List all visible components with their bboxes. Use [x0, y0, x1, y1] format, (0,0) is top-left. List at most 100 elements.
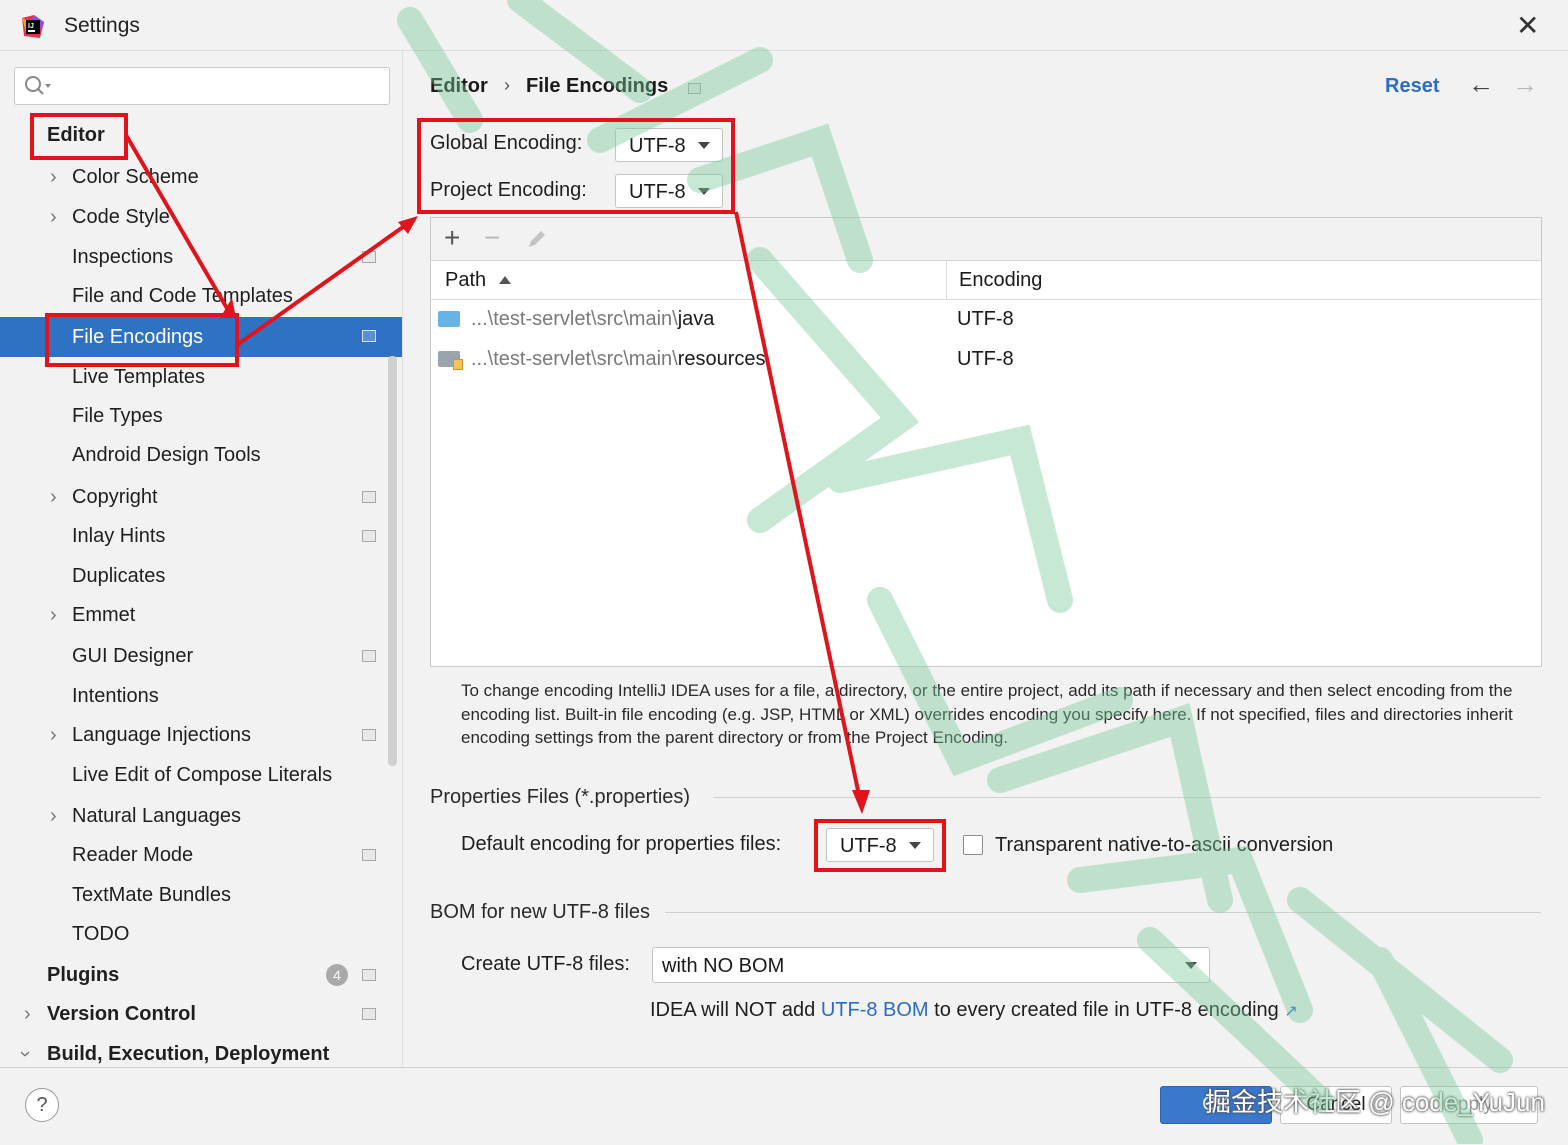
sidebar-item-live-edit-compose[interactable]: Live Edit of Compose Literals: [0, 756, 402, 794]
sidebar-item-android-design-tools[interactable]: Android Design Tools: [0, 436, 402, 474]
close-icon[interactable]: ✕: [1516, 12, 1539, 40]
sidebar-item-natural-languages[interactable]: › Natural Languages: [0, 797, 402, 835]
forward-arrow-icon[interactable]: →: [1512, 69, 1538, 100]
chevron-down-icon[interactable]: ›: [6, 1051, 44, 1058]
sidebar-item-color-scheme[interactable]: › Color Scheme: [0, 158, 402, 196]
project-settings-icon: [362, 330, 376, 342]
sidebar-item-label: Duplicates: [72, 565, 166, 587]
sidebar-item-plugins[interactable]: Plugins 4: [0, 956, 402, 994]
sidebar-item-duplicates[interactable]: Duplicates: [0, 557, 402, 595]
updates-badge: 4: [326, 964, 348, 986]
external-link-icon[interactable]: ↗: [1284, 1003, 1297, 1020]
edit-pencil-icon[interactable]: [525, 227, 549, 251]
intellij-logo-icon: IJ: [22, 15, 44, 38]
breadcrumb-parent[interactable]: Editor: [430, 75, 488, 98]
bom-section-title: BOM for new UTF-8 files: [430, 901, 651, 923]
properties-section-title: Properties Files (*.properties): [430, 786, 691, 808]
dropdown-arrow-icon: [1185, 962, 1197, 969]
global-encoding-select[interactable]: UTF-8: [615, 128, 723, 162]
row-path: ...\test-servlet\src\main\resources: [471, 348, 766, 370]
table-toolbar: + −: [431, 218, 1541, 261]
chevron-right-icon[interactable]: ›: [50, 158, 57, 196]
row-path: ...\test-servlet\src\main\java: [471, 308, 715, 330]
source-folder-icon: [438, 311, 460, 327]
breadcrumb-current: File Encodings: [526, 75, 669, 97]
sidebar-item-label: File and Code Templates: [72, 285, 293, 307]
sidebar-item-label: Live Edit of Compose Literals: [72, 764, 333, 786]
properties-encoding-select[interactable]: UTF-8: [826, 828, 934, 862]
add-icon[interactable]: +: [444, 222, 460, 254]
chevron-right-icon[interactable]: ›: [50, 478, 57, 516]
project-encoding-select[interactable]: UTF-8: [615, 174, 723, 208]
column-header-encoding[interactable]: Encoding: [959, 261, 1042, 299]
encoding-help-text: To change encoding IntelliJ IDEA uses fo…: [461, 681, 1513, 747]
project-settings-icon: [362, 729, 376, 741]
project-settings-icon: [362, 969, 376, 981]
transparent-conversion-checkbox[interactable]: [963, 835, 983, 855]
sidebar-item-label: Live Templates: [72, 366, 206, 388]
table-row[interactable]: ...\test-servlet\src\main\java UTF-8: [431, 299, 1541, 339]
sidebar-item-live-templates[interactable]: Live Templates: [0, 358, 402, 396]
sidebar-item-textmate-bundles[interactable]: TextMate Bundles: [0, 876, 402, 914]
settings-sidebar: Editor › Color Scheme › Code Style Inspe…: [0, 51, 403, 1067]
sidebar-item-inspections[interactable]: Inspections: [0, 238, 402, 276]
project-settings-icon: [362, 530, 376, 542]
title-bar: IJ Settings ✕: [0, 0, 1568, 51]
column-header-path[interactable]: Path: [445, 261, 486, 299]
row-encoding[interactable]: UTF-8: [957, 339, 1014, 379]
project-settings-icon: [362, 650, 376, 662]
sidebar-item-file-encodings[interactable]: File Encodings: [0, 317, 402, 357]
reset-link[interactable]: Reset: [1385, 75, 1439, 98]
sort-ascending-icon[interactable]: [499, 275, 511, 285]
chevron-right-icon[interactable]: ›: [24, 995, 31, 1033]
sidebar-item-reader-mode[interactable]: Reader Mode: [0, 836, 402, 874]
dropdown-arrow-icon: [698, 188, 710, 195]
sidebar-item-inlay-hints[interactable]: Inlay Hints: [0, 517, 402, 555]
sidebar-item-label: File Encodings: [72, 326, 204, 348]
settings-content: Editor › File Encodings Reset ← → Global…: [403, 51, 1568, 1067]
help-icon[interactable]: ?: [25, 1088, 59, 1122]
sidebar-item-label: Version Control: [47, 1003, 196, 1025]
sidebar-item-intentions[interactable]: Intentions: [0, 677, 402, 715]
dialog-footer: ? OK Cancel Apply 掘金技术社区 @ code_YuJun: [0, 1067, 1568, 1145]
chevron-right-icon[interactable]: ›: [50, 198, 57, 236]
sidebar-item-label: Plugins: [47, 964, 120, 986]
sidebar-item-copyright[interactable]: › Copyright: [0, 478, 402, 516]
sidebar-item-editor[interactable]: Editor: [0, 116, 402, 154]
sidebar-item-label: GUI Designer: [72, 645, 194, 667]
table-row[interactable]: ...\test-servlet\src\main\resources UTF-…: [431, 339, 1541, 379]
sidebar-scrollbar[interactable]: [388, 356, 397, 766]
bom-note: IDEA will NOT add UTF-8 BOM to every cre…: [650, 999, 1298, 1021]
path-encoding-table: + − Path Encoding ...\test-servlet\src\m…: [430, 217, 1542, 667]
dropdown-arrow-icon: [698, 142, 710, 149]
default-properties-encoding-label: Default encoding for properties files:: [461, 833, 782, 855]
project-encoding-label: Project Encoding:: [430, 179, 587, 201]
back-arrow-icon[interactable]: ←: [1468, 69, 1494, 100]
chevron-right-icon[interactable]: ›: [50, 797, 57, 835]
bom-select[interactable]: with NO BOM: [652, 947, 1210, 983]
search-input[interactable]: [14, 67, 390, 105]
chevron-right-icon[interactable]: ›: [50, 716, 57, 754]
transparent-conversion-label[interactable]: Transparent native-to-ascii conversion: [995, 834, 1333, 857]
column-divider[interactable]: [946, 261, 947, 299]
sidebar-item-file-types[interactable]: File Types: [0, 397, 402, 435]
utf8-bom-link[interactable]: UTF-8 BOM: [821, 999, 929, 1021]
sidebar-item-file-and-code-templates[interactable]: File and Code Templates: [0, 277, 402, 315]
sidebar-item-label: Emmet: [72, 604, 136, 626]
sidebar-item-label: Android Design Tools: [72, 444, 261, 466]
sidebar-item-code-style[interactable]: › Code Style: [0, 198, 402, 236]
row-encoding[interactable]: UTF-8: [957, 299, 1014, 339]
sidebar-item-gui-designer[interactable]: GUI Designer: [0, 637, 402, 675]
remove-icon[interactable]: −: [484, 222, 500, 254]
search-icon: [25, 76, 51, 95]
sidebar-item-language-injections[interactable]: › Language Injections: [0, 716, 402, 754]
sidebar-item-emmet[interactable]: › Emmet: [0, 596, 402, 634]
project-settings-icon: [362, 491, 376, 503]
sidebar-item-todo[interactable]: TODO: [0, 915, 402, 953]
chevron-right-icon[interactable]: ›: [50, 596, 57, 634]
sidebar-item-label: Editor: [47, 124, 105, 146]
resources-folder-icon: [438, 351, 463, 370]
sidebar-item-label: Inlay Hints: [72, 525, 166, 547]
sidebar-item-version-control[interactable]: › Version Control: [0, 995, 402, 1033]
breadcrumb-separator-icon: ›: [504, 75, 510, 95]
